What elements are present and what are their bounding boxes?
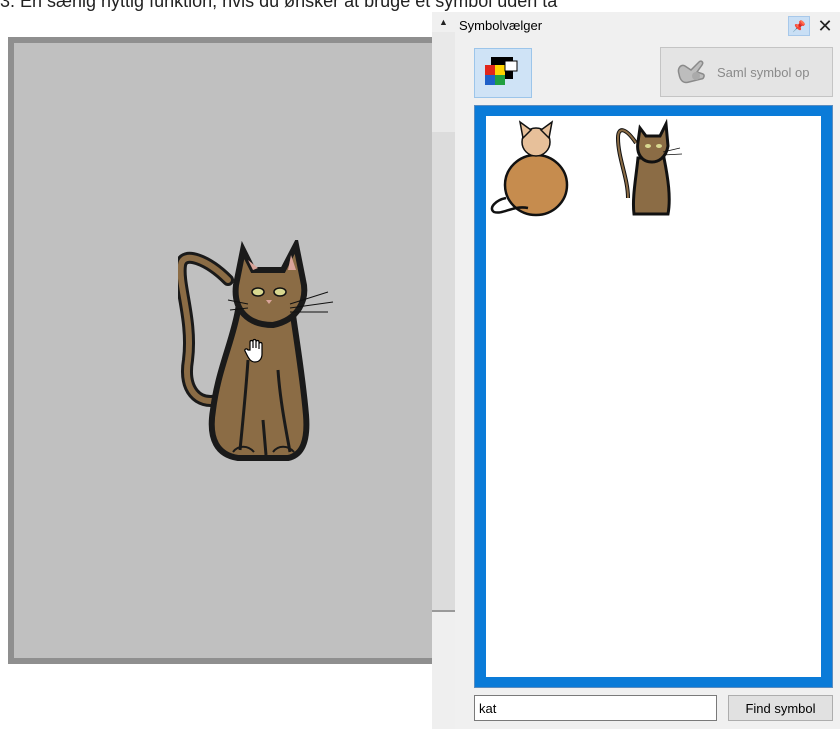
symbol-results-list	[486, 116, 821, 677]
symbol-search-input[interactable]	[474, 695, 717, 721]
hand-cursor-icon	[244, 338, 263, 363]
color-palette-icon	[485, 57, 518, 85]
result-cat-detailed[interactable]	[608, 118, 704, 218]
close-button[interactable]: ✕	[815, 15, 835, 37]
hand-grab-icon	[677, 60, 705, 84]
symbol-results-frame	[474, 105, 833, 688]
pin-button[interactable]: 📌	[788, 16, 810, 36]
result-cat-simple[interactable]	[488, 120, 584, 220]
find-symbol-button[interactable]: Find symbol	[728, 695, 833, 721]
color-palette-button[interactable]	[474, 48, 532, 98]
collect-symbol-label: Saml symbol op	[717, 64, 810, 80]
pin-icon: 📌	[792, 20, 806, 33]
panel-title-bar: Symbolvælger 📌 ✕	[455, 12, 840, 40]
scroll-up-button[interactable]: ▲	[432, 12, 455, 33]
close-icon: ✕	[817, 16, 833, 36]
panel-title: Symbolvælger	[459, 18, 543, 33]
vertical-scrollbar[interactable]: ▲	[432, 12, 455, 729]
instruction-text: 3. En særlig nyttig funktion, hvis du øn…	[0, 0, 558, 11]
symbol-picker-panel: Symbolvælger 📌 ✕ Saml symbol op kat Find…	[455, 12, 840, 729]
scroll-thumb[interactable]	[432, 132, 455, 612]
collect-symbol-button[interactable]: Saml symbol op	[660, 47, 833, 97]
